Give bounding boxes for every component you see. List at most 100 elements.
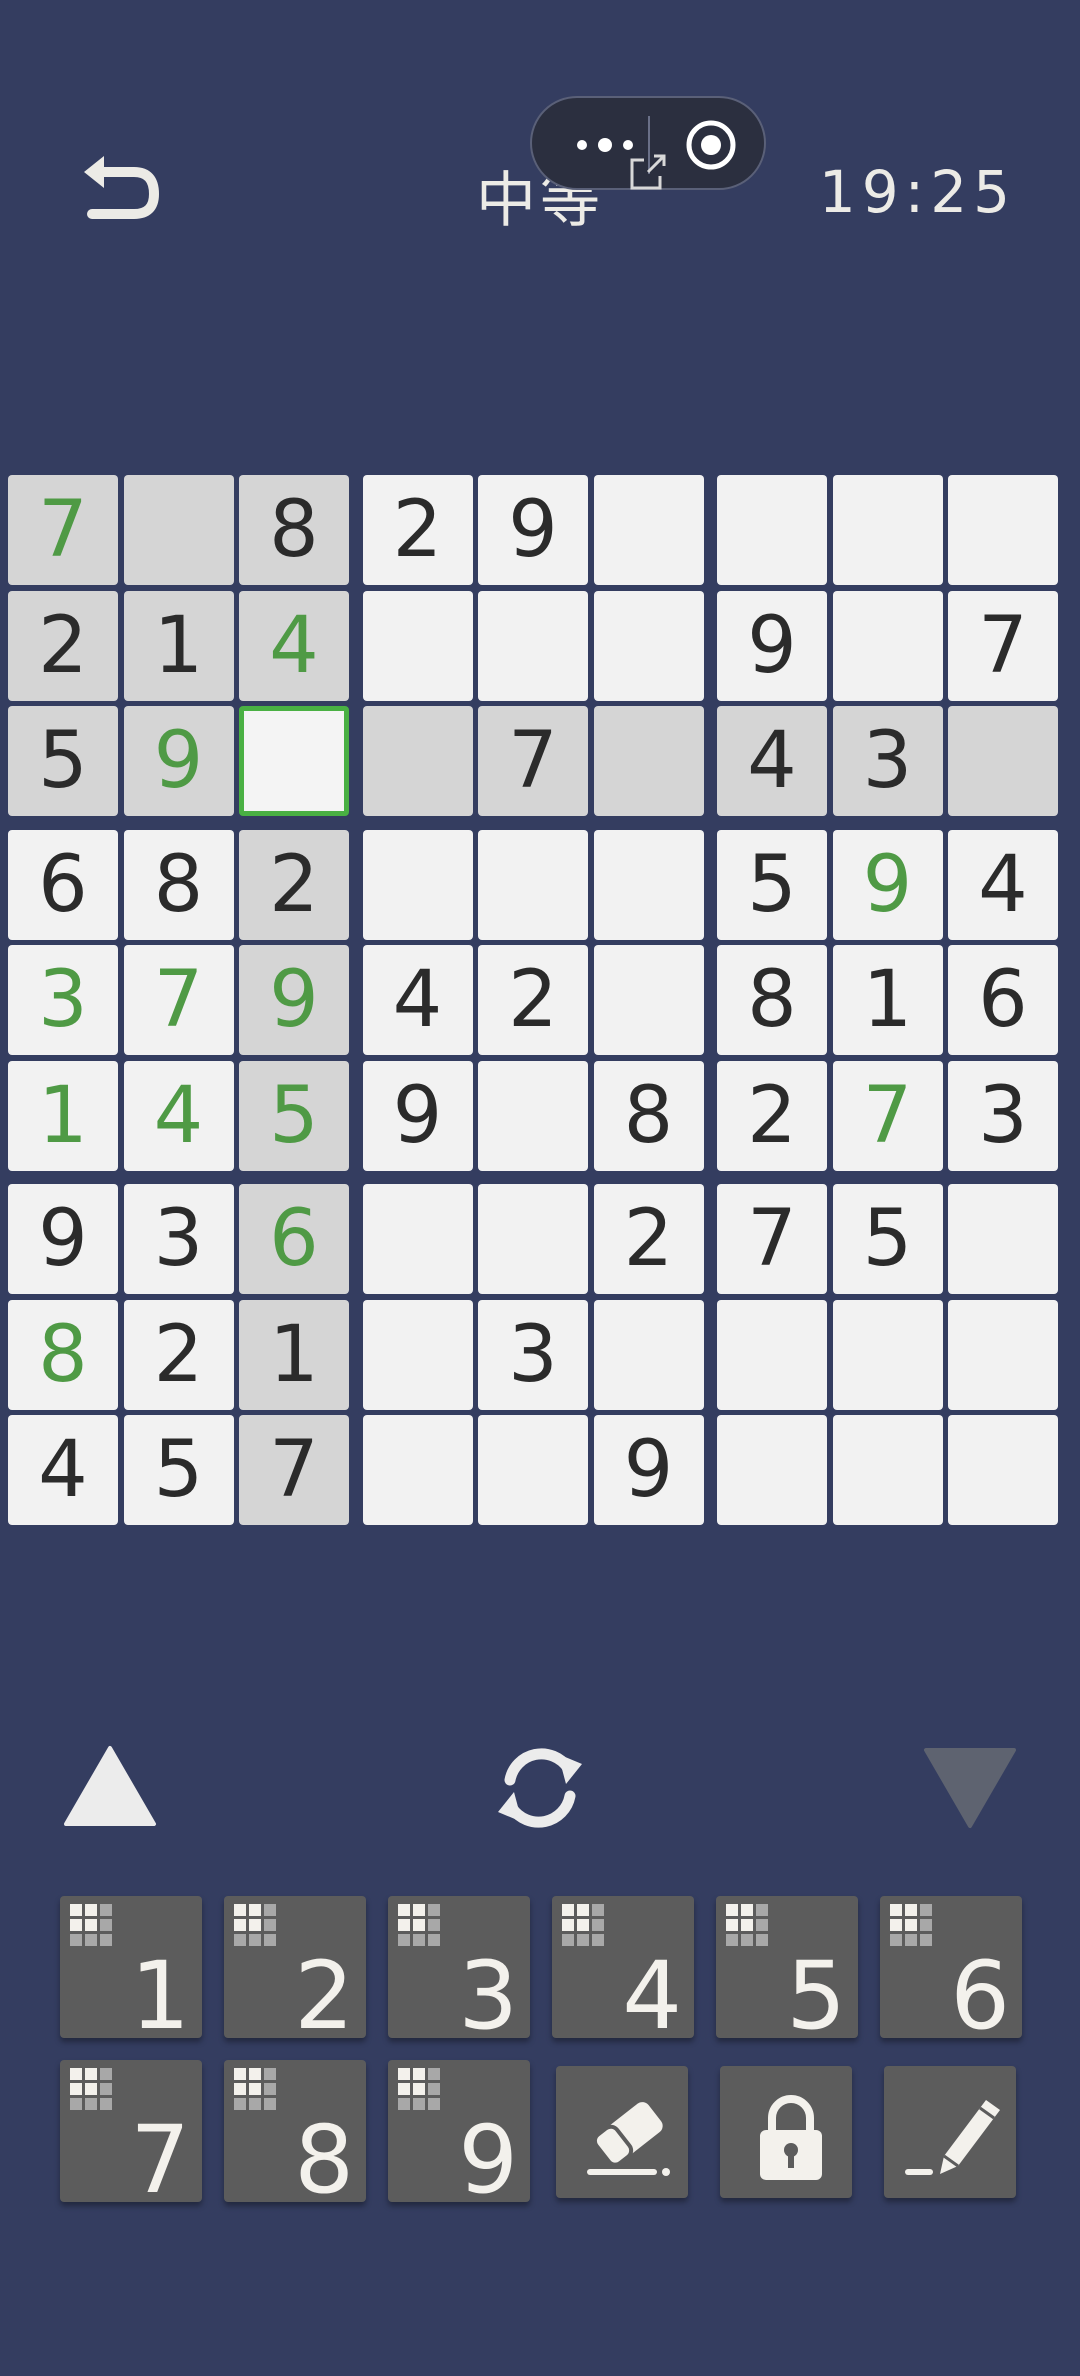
sudoku-cell[interactable]: 9 [239, 945, 349, 1055]
eraser-button[interactable] [556, 2066, 688, 2198]
number-key-digit: 6 [950, 1942, 1010, 2051]
sudoku-cell[interactable]: 9 [478, 475, 588, 585]
sudoku-cell[interactable]: 4 [717, 706, 827, 816]
sudoku-cell[interactable] [239, 706, 349, 816]
sudoku-cell[interactable] [362, 1184, 473, 1294]
sudoku-cell[interactable] [832, 1299, 943, 1410]
close-target-icon[interactable] [684, 118, 738, 172]
sudoku-cell[interactable] [593, 475, 704, 585]
number-key-8[interactable]: 8 [224, 2060, 366, 2208]
number-key-5[interactable]: 5 [716, 1896, 858, 2044]
sudoku-cell[interactable]: 7 [948, 590, 1058, 701]
sudoku-cell[interactable]: 5 [239, 1060, 349, 1171]
sudoku-cell[interactable]: 7 [717, 1184, 827, 1294]
sudoku-cell[interactable]: 2 [8, 590, 118, 701]
number-key-1[interactable]: 1 [60, 1896, 202, 2044]
sudoku-cell[interactable]: 5 [717, 829, 827, 940]
sudoku-cell[interactable] [832, 590, 943, 701]
sudoku-cell[interactable] [948, 475, 1058, 585]
sudoku-cell[interactable]: 2 [593, 1184, 704, 1294]
sudoku-cell[interactable] [478, 590, 588, 701]
number-key-7[interactable]: 7 [60, 2060, 202, 2208]
sudoku-cell[interactable]: 3 [8, 945, 118, 1055]
sudoku-cell[interactable] [478, 829, 588, 940]
sudoku-cell[interactable] [478, 1184, 588, 1294]
sudoku-cell[interactable]: 1 [8, 1060, 118, 1171]
number-key-4[interactable]: 4 [552, 1896, 694, 2044]
sudoku-cell[interactable] [948, 1415, 1058, 1525]
sudoku-cell[interactable] [362, 829, 473, 940]
sudoku-cell[interactable]: 1 [239, 1299, 349, 1410]
sudoku-cell[interactable]: 7 [832, 1060, 943, 1171]
refresh-icon[interactable] [488, 1740, 592, 1836]
sudoku-cell[interactable] [717, 475, 827, 585]
sudoku-cell[interactable]: 1 [123, 590, 234, 701]
sudoku-cell[interactable]: 5 [832, 1184, 943, 1294]
sudoku-cell[interactable] [832, 475, 943, 585]
sudoku-cell[interactable] [948, 1299, 1058, 1410]
sudoku-cell[interactable] [593, 945, 704, 1055]
sudoku-cell[interactable]: 7 [478, 706, 588, 816]
sudoku-cell[interactable]: 5 [123, 1415, 234, 1525]
sudoku-cell[interactable] [362, 1415, 473, 1525]
notes-grid-icon [562, 1904, 604, 1946]
sudoku-cell[interactable]: 2 [478, 945, 588, 1055]
arrow-up-icon[interactable] [62, 1742, 158, 1830]
sudoku-cell[interactable]: 9 [593, 1415, 704, 1525]
sudoku-cell[interactable] [362, 706, 473, 816]
sudoku-cell[interactable]: 4 [948, 829, 1058, 940]
sudoku-cell[interactable]: 3 [123, 1184, 234, 1294]
sudoku-cell[interactable]: 3 [832, 706, 943, 816]
sudoku-cell[interactable]: 7 [123, 945, 234, 1055]
sudoku-cell[interactable]: 9 [362, 1060, 473, 1171]
lock-button[interactable] [720, 2066, 852, 2198]
sudoku-cell[interactable]: 8 [123, 829, 234, 940]
number-key-6[interactable]: 6 [880, 1896, 1022, 2044]
sudoku-cell[interactable]: 9 [832, 829, 943, 940]
sudoku-cell[interactable]: 3 [478, 1299, 588, 1410]
sudoku-cell[interactable]: 9 [717, 590, 827, 701]
sudoku-cell[interactable]: 2 [239, 829, 349, 940]
sudoku-cell[interactable]: 6 [8, 829, 118, 940]
sudoku-cell[interactable]: 8 [717, 945, 827, 1055]
sudoku-cell[interactable] [362, 590, 473, 701]
sudoku-cell[interactable]: 7 [8, 475, 118, 585]
sudoku-cell[interactable] [593, 829, 704, 940]
sudoku-cell[interactable]: 7 [239, 1415, 349, 1525]
pencil-button[interactable] [884, 2066, 1016, 2198]
sudoku-cell[interactable] [832, 1415, 943, 1525]
sudoku-cell[interactable]: 5 [8, 706, 118, 816]
number-key-9[interactable]: 9 [388, 2060, 530, 2208]
sudoku-cell[interactable]: 6 [239, 1184, 349, 1294]
sudoku-cell[interactable]: 9 [8, 1184, 118, 1294]
sudoku-cell[interactable]: 1 [832, 945, 943, 1055]
sudoku-cell[interactable] [593, 706, 704, 816]
sudoku-cell[interactable]: 6 [948, 945, 1058, 1055]
sudoku-cell[interactable]: 8 [593, 1060, 704, 1171]
sudoku-cell[interactable]: 4 [239, 590, 349, 701]
sudoku-cell[interactable] [717, 1299, 827, 1410]
sudoku-cell[interactable]: 2 [362, 475, 473, 585]
sudoku-cell[interactable] [362, 1299, 473, 1410]
sudoku-cell[interactable]: 4 [123, 1060, 234, 1171]
sudoku-cell[interactable] [717, 1415, 827, 1525]
sudoku-cell[interactable]: 8 [8, 1299, 118, 1410]
sudoku-cell[interactable] [593, 1299, 704, 1410]
sudoku-cell[interactable]: 2 [717, 1060, 827, 1171]
number-key-2[interactable]: 2 [224, 1896, 366, 2044]
sudoku-cell[interactable] [948, 706, 1058, 816]
notes-grid-icon [726, 1904, 768, 1946]
sudoku-cell[interactable] [948, 1184, 1058, 1294]
sudoku-cell[interactable] [123, 475, 234, 585]
sudoku-cell[interactable]: 3 [948, 1060, 1058, 1171]
arrow-down-icon[interactable] [920, 1746, 1020, 1830]
sudoku-cell[interactable] [478, 1415, 588, 1525]
sudoku-cell[interactable] [478, 1060, 588, 1171]
sudoku-cell[interactable] [593, 590, 704, 701]
sudoku-cell[interactable]: 8 [239, 475, 349, 585]
sudoku-cell[interactable]: 4 [362, 945, 473, 1055]
sudoku-cell[interactable]: 4 [8, 1415, 118, 1525]
sudoku-cell[interactable]: 9 [123, 706, 234, 816]
sudoku-cell[interactable]: 2 [123, 1299, 234, 1410]
number-key-3[interactable]: 3 [388, 1896, 530, 2044]
